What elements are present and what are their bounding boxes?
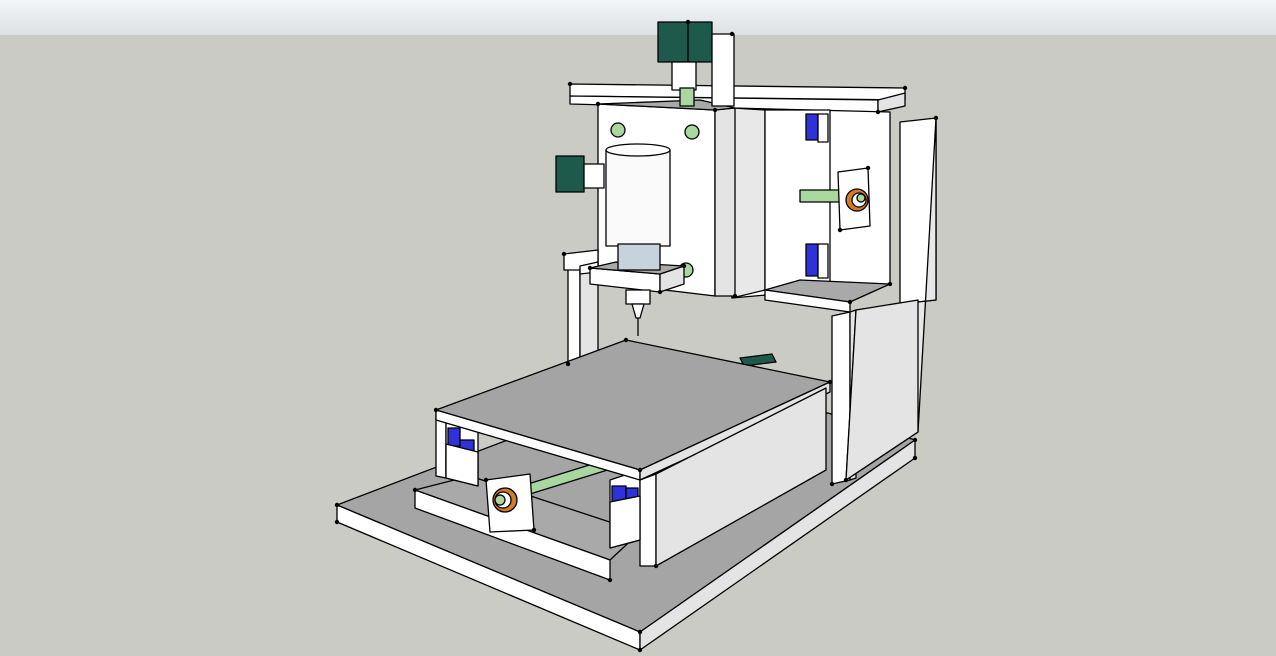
bearing-block-upper xyxy=(805,113,829,143)
x-axis-end-bearing[interactable] xyxy=(837,167,871,231)
bearing-block-lower xyxy=(805,243,829,279)
y-axis-end-bearing[interactable] xyxy=(485,473,535,533)
x-axis-lead-screw xyxy=(799,189,843,203)
milling-bit[interactable] xyxy=(631,303,645,336)
cnc-machine-model[interactable] xyxy=(0,0,1276,656)
x-axis-stepper-motor[interactable] xyxy=(555,155,605,193)
